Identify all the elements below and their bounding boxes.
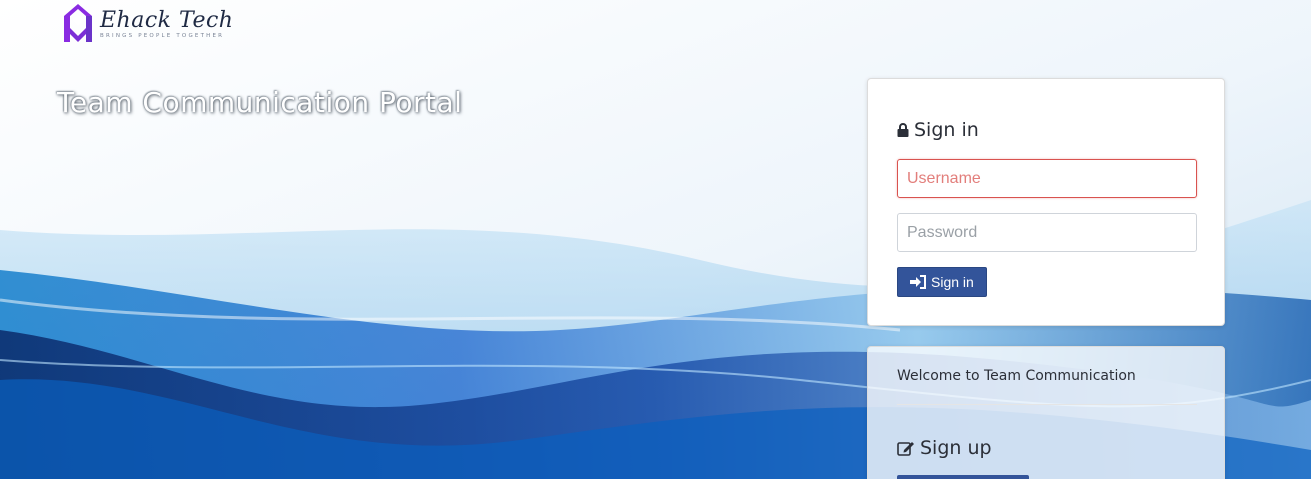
signup-heading[interactable]: Sign up <box>897 437 1195 459</box>
edit-icon <box>897 440 915 456</box>
welcome-text: Welcome to Team Communication <box>897 368 1136 384</box>
signin-panel: Sign in Sign in <box>867 78 1225 326</box>
portal-title: Team Communication Portal <box>57 86 463 119</box>
brand-text: Ehack Tech BRINGS PEOPLE TOGETHER <box>100 8 233 39</box>
signin-heading: Sign in <box>897 119 1195 141</box>
brand-header: Ehack Tech BRINGS PEOPLE TOGETHER <box>62 2 233 44</box>
password-input[interactable] <box>897 213 1197 252</box>
house-logo-icon <box>64 4 92 42</box>
divider <box>897 404 1197 405</box>
login-page: Ehack Tech BRINGS PEOPLE TOGETHER Team C… <box>0 0 1311 479</box>
sign-in-icon <box>910 275 926 289</box>
username-input[interactable] <box>897 159 1197 198</box>
signin-button-label: Sign in <box>931 274 974 290</box>
signin-heading-label: Sign in <box>914 119 979 141</box>
brand-name: Ehack Tech <box>100 7 234 33</box>
brand-tagline: BRINGS PEOPLE TOGETHER <box>100 32 225 39</box>
welcome-panel: Welcome to Team Communication Sign up <box>867 346 1225 479</box>
signup-heading-label: Sign up <box>920 437 992 459</box>
lock-icon <box>897 123 909 137</box>
signup-button[interactable] <box>897 475 1029 479</box>
signin-button[interactable]: Sign in <box>897 267 987 297</box>
